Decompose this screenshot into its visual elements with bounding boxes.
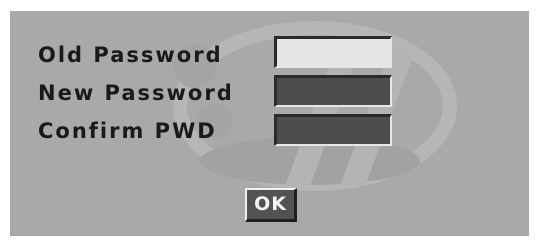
- new-password-label: New Password: [38, 81, 234, 105]
- ok-button[interactable]: OK: [245, 188, 297, 222]
- old-password-label: Old Password: [38, 43, 223, 67]
- confirm-password-label: Confirm PWD: [38, 119, 217, 143]
- new-password-field[interactable]: [274, 75, 392, 107]
- old-password-field[interactable]: [274, 36, 392, 68]
- confirm-password-field[interactable]: [274, 114, 392, 146]
- change-password-dialog: Old Password New Password Confirm PWD OK: [10, 11, 529, 236]
